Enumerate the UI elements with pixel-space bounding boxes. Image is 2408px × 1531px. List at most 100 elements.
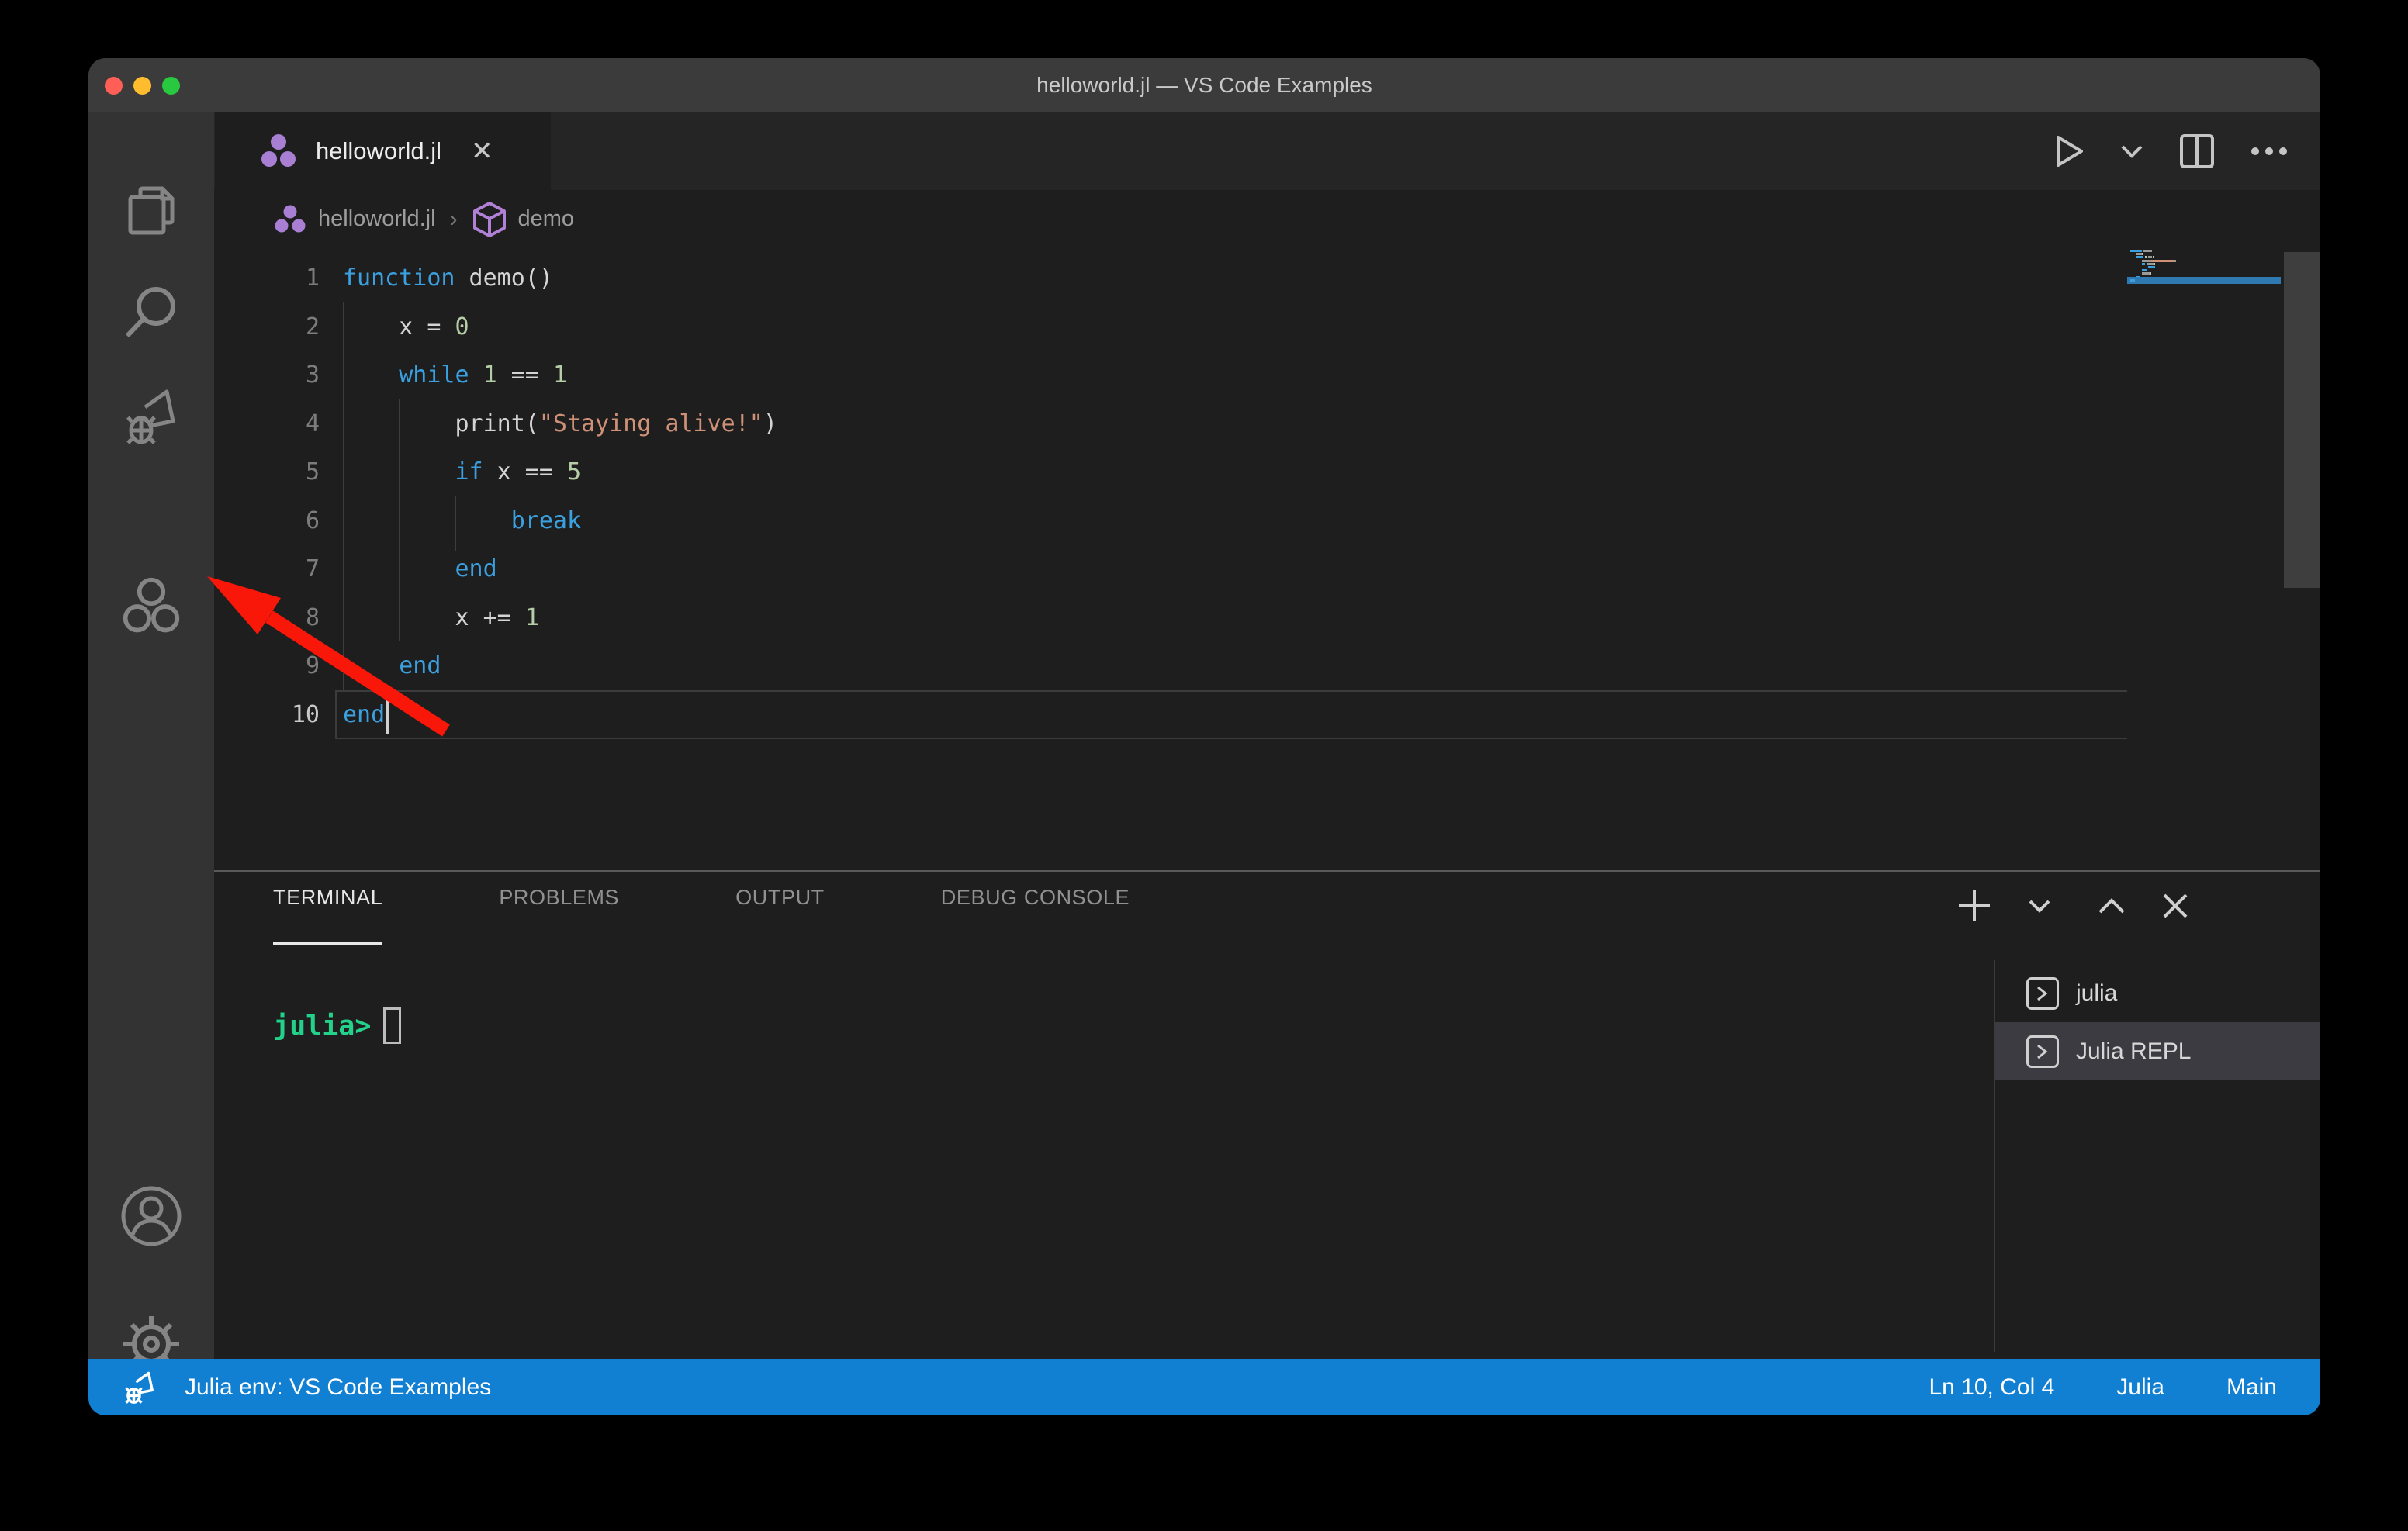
terminal-icon — [2026, 977, 2059, 1010]
terminal-cursor — [383, 1007, 401, 1044]
split-editor-icon[interactable] — [2179, 133, 2215, 169]
minimap[interactable] — [2127, 248, 2281, 870]
search-icon[interactable] — [120, 282, 182, 344]
terminal-list-item[interactable]: julia — [1995, 964, 2320, 1022]
minimap-line — [2153, 256, 2154, 258]
code-text: function demo() — [343, 254, 553, 302]
code-text: print("Staying alive!") — [343, 399, 777, 448]
tab-close-icon[interactable]: ✕ — [471, 138, 493, 164]
panel-tab-debug-console[interactable]: DEBUG CONSOLE — [941, 886, 1130, 945]
minimap-line — [2142, 260, 2150, 262]
maximize-panel-icon[interactable] — [2098, 897, 2125, 914]
run-file-button[interactable] — [2053, 134, 2085, 168]
breadcrumb: helloworld.jl › demo — [214, 190, 2320, 248]
code-line[interactable]: 1 function demo() — [214, 254, 2320, 302]
julia-file-icon — [273, 204, 307, 235]
code-line[interactable]: 8 x += 1 — [214, 593, 2320, 642]
line-number: 6 — [214, 496, 320, 545]
panel-tab-problems[interactable]: PROBLEMS — [499, 886, 619, 945]
line-number: 2 — [214, 302, 320, 351]
minimap-line — [2150, 272, 2151, 275]
minimap-line — [2151, 260, 2174, 262]
code-line[interactable]: 2 x = 0 — [214, 302, 2320, 351]
text-cursor — [386, 695, 389, 734]
status-bar: Julia env: VS Code Examples Ln 10, Col 4… — [88, 1359, 2320, 1415]
minimap-line — [2142, 263, 2145, 265]
status-item[interactable]: Main — [2226, 1374, 2277, 1401]
activity-bar — [88, 112, 214, 1359]
tab-helloworld[interactable]: helloworld.jl ✕ — [215, 112, 551, 190]
account-icon[interactable] — [120, 1185, 182, 1247]
terminal-list-item[interactable]: Julia REPL — [1995, 1022, 2320, 1080]
minimap-line — [2174, 260, 2176, 262]
debug-icon — [123, 1369, 157, 1406]
minimap-line — [2147, 263, 2154, 265]
line-number: 8 — [214, 593, 320, 642]
minimap-line — [2154, 263, 2155, 265]
tab-label: helloworld.jl — [316, 137, 441, 165]
code-line[interactable]: 4 print("Staying alive!") — [214, 399, 2320, 448]
code-text: end — [343, 641, 441, 690]
julia-extension-icon[interactable] — [120, 575, 182, 638]
line-number: 3 — [214, 351, 320, 399]
code-text: x = 0 — [343, 302, 469, 351]
code-text: end — [343, 544, 497, 593]
bottom-panel: TERMINAL PROBLEMS OUTPUT DEBUG CONSOLE — [214, 870, 2320, 1359]
screenshot-root: helloworld.jl — VS Code Examples — [0, 0, 2408, 1531]
minimap-line — [2142, 269, 2147, 271]
code-text: break — [343, 496, 581, 545]
code-line[interactable]: 3 while 1 == 1 — [214, 351, 2320, 399]
minimap-current-line — [2127, 277, 2281, 284]
explorer-icon[interactable] — [120, 180, 182, 242]
terminal-list: julia Julia REPL — [1995, 964, 2320, 1080]
code-line[interactable]: 10 end — [214, 690, 2320, 739]
terminal-prompt: julia> — [273, 1011, 371, 1042]
new-terminal-icon[interactable] — [1957, 889, 1991, 923]
code-editor[interactable]: 1function demo()2 x = 03 while 1 == 14 p… — [214, 248, 2320, 870]
terminal-label: Julia REPL — [2076, 1039, 2191, 1065]
minimap-line — [2145, 256, 2147, 258]
line-number: 1 — [214, 254, 320, 302]
more-actions-icon[interactable] — [2251, 147, 2288, 156]
code-line[interactable]: 6 break — [214, 496, 2320, 545]
minimap-line — [2136, 256, 2144, 258]
line-number: 9 — [214, 641, 320, 690]
code-text: if x == 5 — [343, 448, 581, 496]
minimap-line — [2143, 250, 2152, 252]
julia-file-icon — [258, 133, 299, 170]
panel-tab-output[interactable]: OUTPUT — [735, 886, 825, 945]
title-bar: helloworld.jl — VS Code Examples — [88, 58, 2320, 112]
status-item[interactable]: Julia — [2116, 1374, 2164, 1401]
line-number: 5 — [214, 448, 320, 496]
run-and-debug-icon[interactable] — [120, 385, 182, 448]
code-line[interactable]: 5 if x == 5 — [214, 448, 2320, 496]
window-title: helloworld.jl — VS Code Examples — [88, 58, 2320, 112]
breadcrumb-file[interactable]: helloworld.jl — [273, 204, 436, 235]
minimap-line — [2130, 250, 2142, 252]
code-text: x += 1 — [343, 593, 539, 642]
minimap-line — [2142, 253, 2143, 255]
line-number: 4 — [214, 399, 320, 448]
terminal-area[interactable]: julia> — [273, 1007, 401, 1044]
breadcrumb-separator: › — [450, 206, 458, 233]
code-text: end — [343, 690, 385, 739]
code-line[interactable]: 9 end — [214, 641, 2320, 690]
line-number: 10 — [214, 690, 320, 739]
close-panel-icon[interactable] — [2162, 893, 2188, 919]
terminal-dropdown-chevron-icon[interactable] — [2029, 899, 2050, 913]
symbol-cube-icon — [472, 201, 507, 238]
breadcrumb-symbol[interactable]: demo — [472, 201, 575, 238]
vscode-window: helloworld.jl — VS Code Examples — [88, 58, 2320, 1415]
run-dropdown-chevron-icon[interactable] — [2120, 143, 2143, 159]
minimap-line — [2148, 266, 2156, 268]
panel-tab-terminal[interactable]: TERMINAL — [273, 886, 382, 945]
code-line[interactable]: 7 end — [214, 544, 2320, 593]
editor-tab-bar: helloworld.jl ✕ — [214, 112, 2320, 190]
terminal-icon — [2026, 1035, 2059, 1068]
code-text: while 1 == 1 — [343, 351, 567, 399]
editor-scrollbar[interactable] — [2284, 252, 2320, 588]
minimap-line — [2142, 272, 2150, 275]
status-julia-env[interactable]: Julia env: VS Code Examples — [123, 1359, 491, 1415]
status-item[interactable]: Ln 10, Col 4 — [1929, 1374, 2054, 1401]
terminal-label: julia — [2076, 980, 2117, 1007]
